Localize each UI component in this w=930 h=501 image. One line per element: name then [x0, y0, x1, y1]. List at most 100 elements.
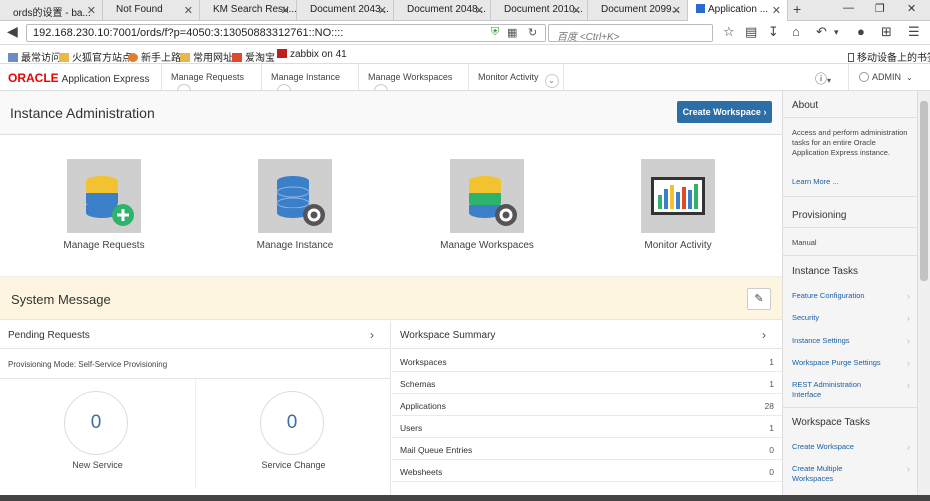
- tile-label: Manage Workspaces: [440, 240, 534, 251]
- home-icon[interactable]: ⌂: [792, 24, 800, 39]
- oracle-logo[interactable]: ORACLE Application Express: [8, 71, 150, 85]
- reload-icon[interactable]: ↻: [528, 26, 537, 39]
- tile-label: Monitor Activity: [644, 240, 712, 251]
- tile-manage-workspaces[interactable]: Manage Workspaces: [393, 159, 573, 269]
- tab-title: Application ...: [708, 4, 769, 15]
- new-service-stat[interactable]: 0 New Service: [0, 391, 195, 501]
- url-bar[interactable]: 192.168.230.10:7001/ords/f?p=4050:3:1305…: [26, 24, 546, 42]
- bookmark-item[interactable]: 爱淘宝: [232, 49, 275, 64]
- workspace-summary-header[interactable]: Workspace Summary ›: [392, 321, 782, 349]
- panel-title: Pending Requests: [8, 330, 90, 341]
- apex-header: ORACLE Application Express Manage Request…: [0, 64, 930, 98]
- database-add-icon: [67, 159, 141, 233]
- menu-monitor-activity[interactable]: Monitor Activity ⌄: [468, 64, 564, 90]
- bookmark-label: 火狐官方站点: [72, 53, 132, 64]
- browser-tab-active[interactable]: Application ... ✕: [688, 0, 788, 22]
- bookmark-item[interactable]: 常用网址: [180, 49, 233, 64]
- summary-label: Mail Queue Entries: [400, 445, 473, 455]
- menu-manage-requests[interactable]: Manage Requests⌄: [161, 64, 261, 98]
- vertical-scrollbar[interactable]: [917, 91, 930, 501]
- summary-label: Websheets: [400, 467, 443, 477]
- search-input[interactable]: 百度 <Ctrl+K>: [548, 24, 713, 43]
- product-name: Application Express: [61, 74, 150, 85]
- browser-tab[interactable]: Not Found ✕: [103, 0, 200, 21]
- new-tab-button[interactable]: +: [793, 1, 801, 17]
- sidebar-link-create-workspace[interactable]: Create Workspace ›: [783, 442, 918, 464]
- close-tab-icon[interactable]: ✕: [184, 4, 193, 17]
- sidebar-link-rest-administration[interactable]: REST Administration Interface ›: [783, 380, 918, 404]
- crop-icon[interactable]: ⊞: [881, 24, 892, 40]
- sidebar-link-feature-configuration[interactable]: Feature Configuration ›: [783, 291, 918, 313]
- mobile-bookmarks[interactable]: 移动设备上的书签: [848, 49, 930, 64]
- tile-manage-instance[interactable]: Manage Instance: [201, 159, 381, 269]
- right-sidebar: About Access and perform administration …: [782, 91, 918, 501]
- menu-manage-workspaces[interactable]: Manage Workspaces⌄: [358, 64, 468, 98]
- reading-list-icon[interactable]: ▤: [745, 24, 757, 40]
- restore-icon[interactable]: ❐: [875, 2, 885, 15]
- browser-tab[interactable]: Document 2048... ✕: [394, 0, 491, 21]
- help-icon[interactable]: ⓘ▾: [815, 70, 831, 87]
- divider: [783, 407, 918, 408]
- close-tab-icon[interactable]: ✕: [281, 4, 290, 17]
- chevron-right-icon[interactable]: ›: [762, 328, 766, 342]
- qr-code-icon[interactable]: ▦: [507, 26, 517, 39]
- tile-monitor-activity[interactable]: Monitor Activity: [584, 159, 764, 269]
- minimize-icon[interactable]: —: [843, 2, 854, 14]
- sidebar-link-security[interactable]: Security ›: [783, 313, 918, 335]
- summary-value: 1: [769, 423, 774, 433]
- sidebar-link-instance-settings[interactable]: Instance Settings ›: [783, 336, 918, 358]
- close-tab-icon[interactable]: ✕: [378, 4, 387, 17]
- close-tab-icon[interactable]: ✕: [572, 4, 581, 17]
- edit-pencil-icon[interactable]: ✎: [747, 288, 771, 310]
- pending-requests-header[interactable]: Pending Requests ›: [0, 321, 390, 349]
- bookmark-item[interactable]: zabbix on 41: [277, 49, 347, 60]
- summary-row: Mail Queue Entries 0: [392, 438, 782, 460]
- bookmark-item[interactable]: 新手上路: [128, 49, 181, 64]
- title-bar: Instance Administration Create Workspace…: [0, 91, 782, 135]
- mobile-bookmarks-label: 移动设备上的书签: [857, 53, 930, 64]
- summary-value: 1: [769, 357, 774, 367]
- chevron-down-icon[interactable]: ▾: [834, 27, 839, 38]
- summary-label: Applications: [400, 401, 446, 411]
- tile-manage-requests[interactable]: Manage Requests: [10, 159, 190, 269]
- close-tab-icon[interactable]: ✕: [475, 4, 484, 17]
- menu-manage-instance[interactable]: Manage Instance⌄: [261, 64, 358, 98]
- close-tab-icon[interactable]: ✕: [772, 4, 781, 17]
- user-menu[interactable]: ADMIN ⌄: [848, 64, 930, 90]
- menu-icon[interactable]: ☰: [908, 24, 920, 40]
- instance-tasks-heading: Instance Tasks: [792, 266, 858, 277]
- learn-more-link[interactable]: Learn More ...: [783, 177, 918, 189]
- browser-tab[interactable]: KM Search Resu... ✕: [200, 0, 297, 21]
- shield-icon[interactable]: ⛨: [491, 26, 499, 39]
- create-workspace-button[interactable]: Create Workspace ›: [677, 101, 772, 123]
- close-tab-icon[interactable]: ✕: [87, 4, 96, 17]
- bookmark-item[interactable]: 火狐官方站点: [59, 49, 132, 64]
- stat-circle: 0: [260, 391, 324, 455]
- download-icon[interactable]: ↧: [768, 24, 779, 40]
- summary-row: Websheets 0: [392, 460, 782, 482]
- browser-tab[interactable]: Document 2010... ✕: [491, 0, 588, 21]
- scrollbar-thumb[interactable]: [920, 101, 928, 281]
- browser-tab[interactable]: Document 2099... ✕: [588, 0, 688, 21]
- search-placeholder: 百度 <Ctrl+K>: [557, 32, 620, 43]
- star-icon[interactable]: ☆: [723, 24, 735, 40]
- close-window-icon[interactable]: ✕: [907, 2, 916, 15]
- taskbar-strip: [0, 495, 930, 501]
- bookmark-folder-icon: [180, 53, 190, 62]
- undo-icon[interactable]: ↶: [816, 24, 827, 40]
- sidebar-link-create-multiple-workspaces[interactable]: Create Multiple Workspaces ›: [783, 464, 918, 488]
- divider: [783, 255, 918, 256]
- browser-tab[interactable]: Document 2043... ✕: [297, 0, 394, 21]
- provisioning-value: Manual: [792, 238, 817, 247]
- summary-value: 1: [769, 379, 774, 389]
- close-tab-icon[interactable]: ✕: [672, 4, 681, 17]
- sidebar-link-workspace-purge-settings[interactable]: Workspace Purge Settings ›: [783, 358, 918, 380]
- chat-icon[interactable]: ●: [857, 24, 865, 39]
- stat-label: Service Change: [261, 460, 326, 470]
- menu-label: Manage Requests: [171, 72, 245, 82]
- browser-tab[interactable]: ords的设置 - ba... ✕: [0, 0, 103, 21]
- back-arrow-icon[interactable]: ◀: [7, 23, 18, 40]
- chevron-right-icon[interactable]: ›: [370, 328, 374, 342]
- service-change-stat[interactable]: 0 Service Change: [196, 391, 391, 501]
- bookmark-item[interactable]: 最常访问: [8, 49, 61, 64]
